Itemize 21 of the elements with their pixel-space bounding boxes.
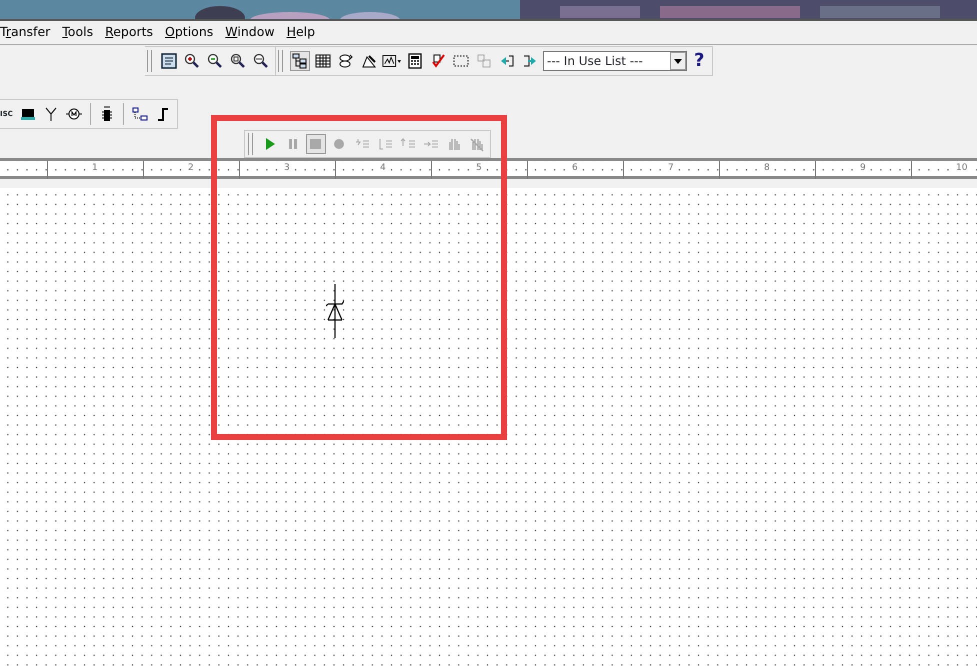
menu-item[interactable]: Window	[225, 26, 281, 39]
zener-diode-symbol	[326, 284, 344, 338]
ruler-label: 6	[571, 163, 579, 174]
menu-item[interactable]: Tools	[62, 26, 100, 39]
ruler-label: 5	[475, 163, 483, 174]
menu-item[interactable]: Help	[286, 26, 322, 39]
ruler-label: 1	[91, 163, 99, 174]
ruler-label: 8	[763, 163, 771, 174]
ruler-label: 4	[379, 163, 387, 174]
ruler-label: 10	[955, 163, 968, 174]
hierarchy-icon[interactable]	[290, 51, 310, 71]
menu-item[interactable]: Options	[165, 26, 220, 39]
ruler-label: 3	[283, 163, 291, 174]
help-button[interactable]: ?	[690, 52, 708, 70]
in-use-list-dropdown[interactable]: --- In Use List ---	[543, 51, 687, 71]
ruler-label: 7	[667, 163, 675, 174]
menu-item[interactable]: Transfer	[0, 26, 56, 39]
ruler-label: 2	[187, 163, 195, 174]
menu-item[interactable]: Reports	[105, 26, 160, 39]
description-box-icon[interactable]	[159, 51, 179, 71]
ruler-label: 9	[859, 163, 867, 174]
